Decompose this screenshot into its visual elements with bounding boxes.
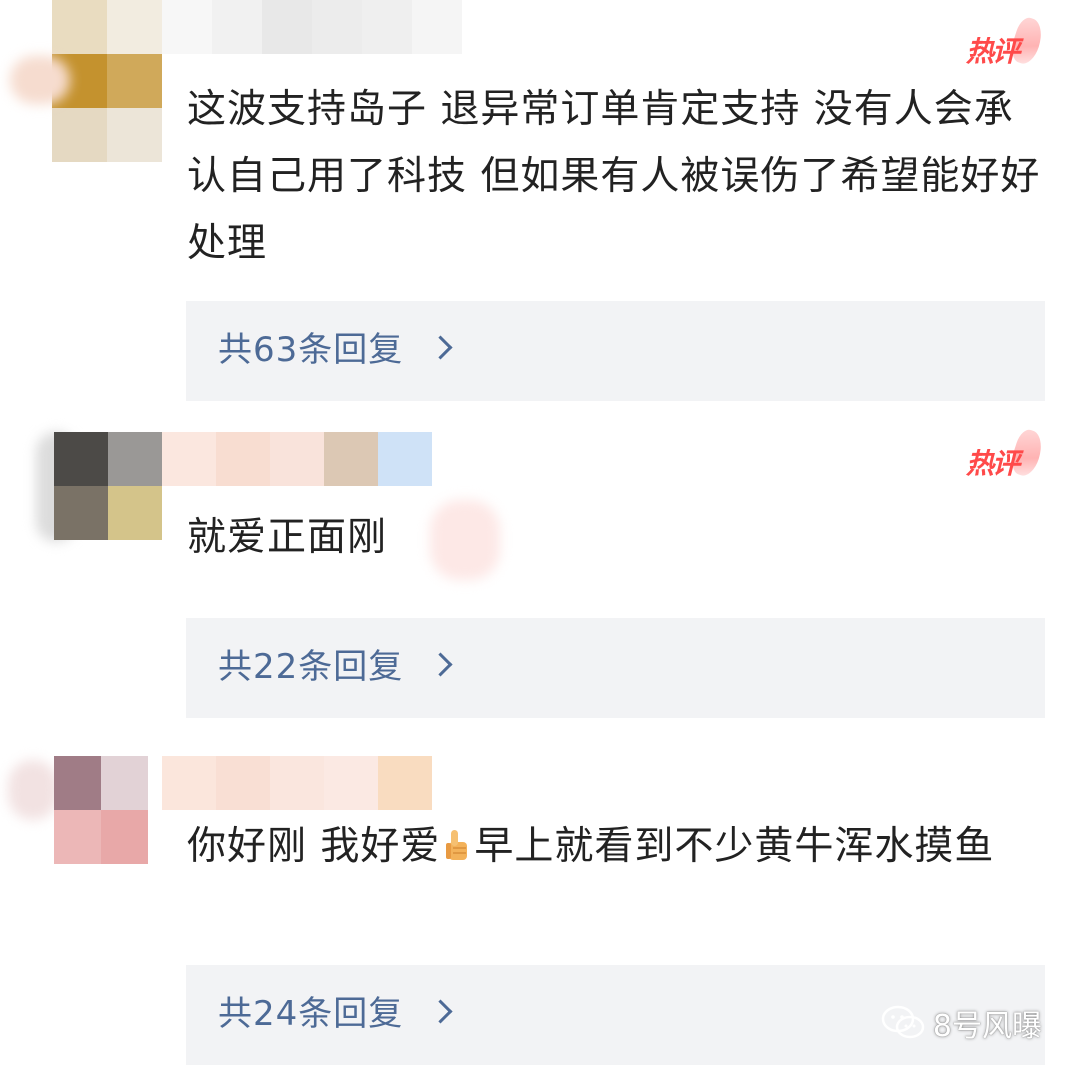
comment-text: 你好刚 我好爱 早上就看到不少黄牛浑水摸鱼 xyxy=(187,813,1047,880)
comment-text-part-1: 你好刚 我好爱 xyxy=(187,824,441,869)
watermark-text: 8号风曝 xyxy=(932,1009,1042,1044)
avatar[interactable] xyxy=(54,756,148,864)
avatar-blur-edge xyxy=(8,760,58,820)
chevron-right-icon xyxy=(428,999,453,1024)
comment-text-part-2: 早上就看到不少黄牛浑水摸鱼 xyxy=(474,824,995,869)
username[interactable] xyxy=(162,756,432,810)
comment-item-3: 你好刚 我好爱 早上就看到不少黄牛浑水摸鱼 共24条回复 xyxy=(0,0,1080,1077)
watermark: 8号风曝 xyxy=(881,1003,1042,1044)
reply-count-label: 共24条回复 xyxy=(218,994,404,1034)
thumbs-up-icon xyxy=(442,817,472,860)
wechat-icon xyxy=(881,1005,925,1041)
